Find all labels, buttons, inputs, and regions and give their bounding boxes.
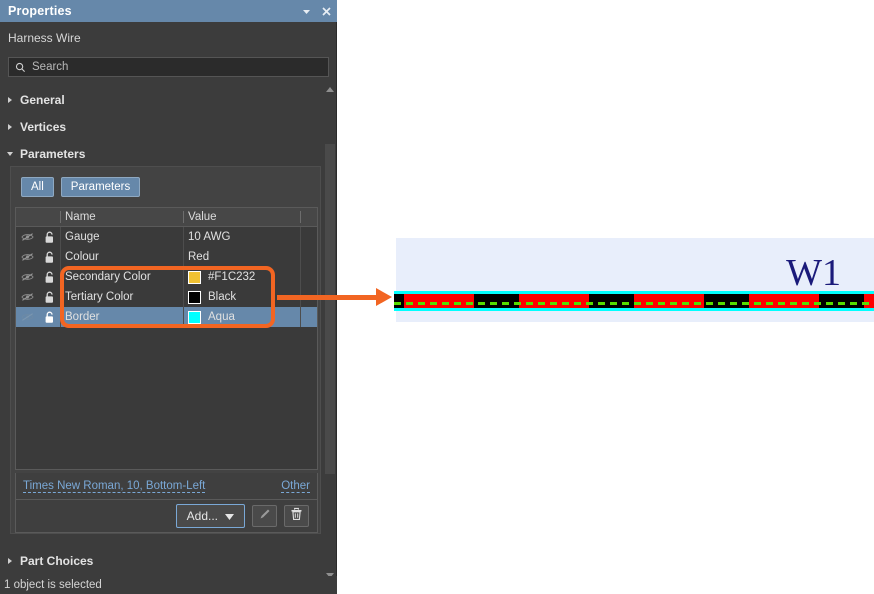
table-header: Name Value <box>16 208 317 227</box>
unlocked-icon[interactable] <box>38 267 60 287</box>
filter-parameters-button[interactable]: Parameters <box>60 177 141 197</box>
filter-all-button[interactable]: All <box>21 177 54 197</box>
sidebar-item-part-choices[interactable]: Part Choices <box>6 554 93 568</box>
selected-object-type: Harness Wire <box>8 31 81 45</box>
table-row[interactable]: Border Aqua <box>16 307 317 327</box>
annotation-arrow-head <box>376 288 392 306</box>
scroll-up-icon[interactable] <box>324 84 336 96</box>
drawing-canvas[interactable]: W1 <box>337 0 874 594</box>
status-bar: 1 object is selected <box>0 576 337 594</box>
unlocked-icon[interactable] <box>38 287 60 307</box>
trash-icon <box>290 507 303 526</box>
unlocked-icon[interactable] <box>38 307 60 327</box>
harness-wire-graphic[interactable] <box>394 291 874 311</box>
table-row[interactable]: Secondary Color #F1C232 <box>16 267 317 287</box>
param-value[interactable]: 10 AWG <box>183 227 300 247</box>
table-row[interactable]: Colour Red <box>16 247 317 267</box>
unlocked-icon[interactable] <box>38 227 60 247</box>
section-label-part-choices: Part Choices <box>20 554 94 568</box>
wire-segment <box>864 294 874 308</box>
edit-button[interactable] <box>252 505 277 527</box>
panel-titlebar: Properties <box>0 0 337 22</box>
row-end-cell <box>300 307 317 327</box>
sidebar-item-vertices[interactable]: Vertices <box>6 120 66 134</box>
eye-off-icon[interactable] <box>16 287 38 307</box>
add-button-label: Add... <box>186 509 218 523</box>
param-value-text: Aqua <box>208 311 235 323</box>
param-name: Colour <box>60 247 183 267</box>
column-header-icons <box>16 208 60 226</box>
table-action-buttons: Add... <box>15 500 318 533</box>
chevron-right-icon <box>6 557 14 565</box>
caret-down-icon <box>225 509 234 523</box>
screenshot-root: Properties Harness Wire Search General V… <box>0 0 874 594</box>
wire-body <box>394 294 874 308</box>
column-header-value[interactable]: Value <box>183 208 300 226</box>
chevron-right-icon <box>6 123 14 131</box>
scrollbar-thumb[interactable] <box>325 144 335 474</box>
param-value-text: 10 AWG <box>188 231 231 243</box>
section-label-vertices: Vertices <box>20 120 67 134</box>
wire-centerline <box>394 302 874 305</box>
delete-button[interactable] <box>284 505 309 527</box>
search-icon <box>15 62 26 73</box>
param-value[interactable]: #F1C232 <box>183 267 300 287</box>
row-end-cell <box>300 267 317 287</box>
row-end-cell <box>300 227 317 247</box>
param-value-text: #F1C232 <box>208 271 256 283</box>
chevron-down-icon <box>6 150 14 158</box>
font-settings-link[interactable]: Times New Roman, 10, Bottom-Left <box>23 480 206 493</box>
wire-segment <box>404 294 474 308</box>
parameters-body: All Parameters Name Value Gauge 10 AWG C… <box>10 166 321 534</box>
color-swatch[interactable] <box>188 290 201 304</box>
eye-off-icon[interactable] <box>16 307 38 327</box>
param-name: Tertiary Color <box>60 287 183 307</box>
wire-segment <box>519 294 589 308</box>
color-swatch[interactable] <box>188 310 201 324</box>
filter-buttons: All Parameters <box>21 177 141 197</box>
param-name: Border <box>60 307 183 327</box>
close-icon[interactable] <box>317 2 335 20</box>
sidebar-item-general[interactable]: General <box>6 93 65 107</box>
wire-segment <box>634 294 704 308</box>
search-input[interactable]: Search <box>8 57 329 77</box>
table-row[interactable]: Tertiary Color Black <box>16 287 317 307</box>
param-value[interactable]: Red <box>183 247 300 267</box>
section-label-general: General <box>20 93 65 107</box>
eye-off-icon[interactable] <box>16 227 38 247</box>
panel-title: Properties <box>8 4 72 18</box>
param-name: Gauge <box>60 227 183 247</box>
param-value[interactable]: Aqua <box>183 307 300 327</box>
pencil-icon <box>258 507 272 526</box>
chevron-right-icon <box>6 96 14 104</box>
column-header-end <box>300 208 317 226</box>
row-end-cell <box>300 247 317 267</box>
panel-scrollbar[interactable] <box>324 84 336 582</box>
eye-off-icon[interactable] <box>16 247 38 267</box>
parameters-table: Name Value Gauge 10 AWG Colour Red Secon… <box>15 207 318 470</box>
section-label-parameters: Parameters <box>20 147 86 161</box>
annotation-arrow-line <box>277 295 380 300</box>
wire-segment <box>749 294 819 308</box>
param-value-text: Red <box>188 251 210 263</box>
add-button[interactable]: Add... <box>175 504 245 528</box>
unlocked-icon[interactable] <box>38 247 60 267</box>
other-link[interactable]: Other <box>281 480 310 493</box>
color-swatch[interactable] <box>188 270 201 284</box>
column-header-name[interactable]: Name <box>60 208 183 226</box>
chevron-down-icon[interactable] <box>297 2 315 20</box>
sidebar-item-parameters[interactable]: Parameters <box>6 147 85 161</box>
font-settings-row: Times New Roman, 10, Bottom-Left Other <box>15 473 318 500</box>
table-row[interactable]: Gauge 10 AWG <box>16 227 317 247</box>
search-placeholder: Search <box>32 61 69 73</box>
eye-off-icon[interactable] <box>16 267 38 287</box>
param-name: Secondary Color <box>60 267 183 287</box>
wire-label: W1 <box>786 252 841 294</box>
param-value-text: Black <box>208 291 237 303</box>
